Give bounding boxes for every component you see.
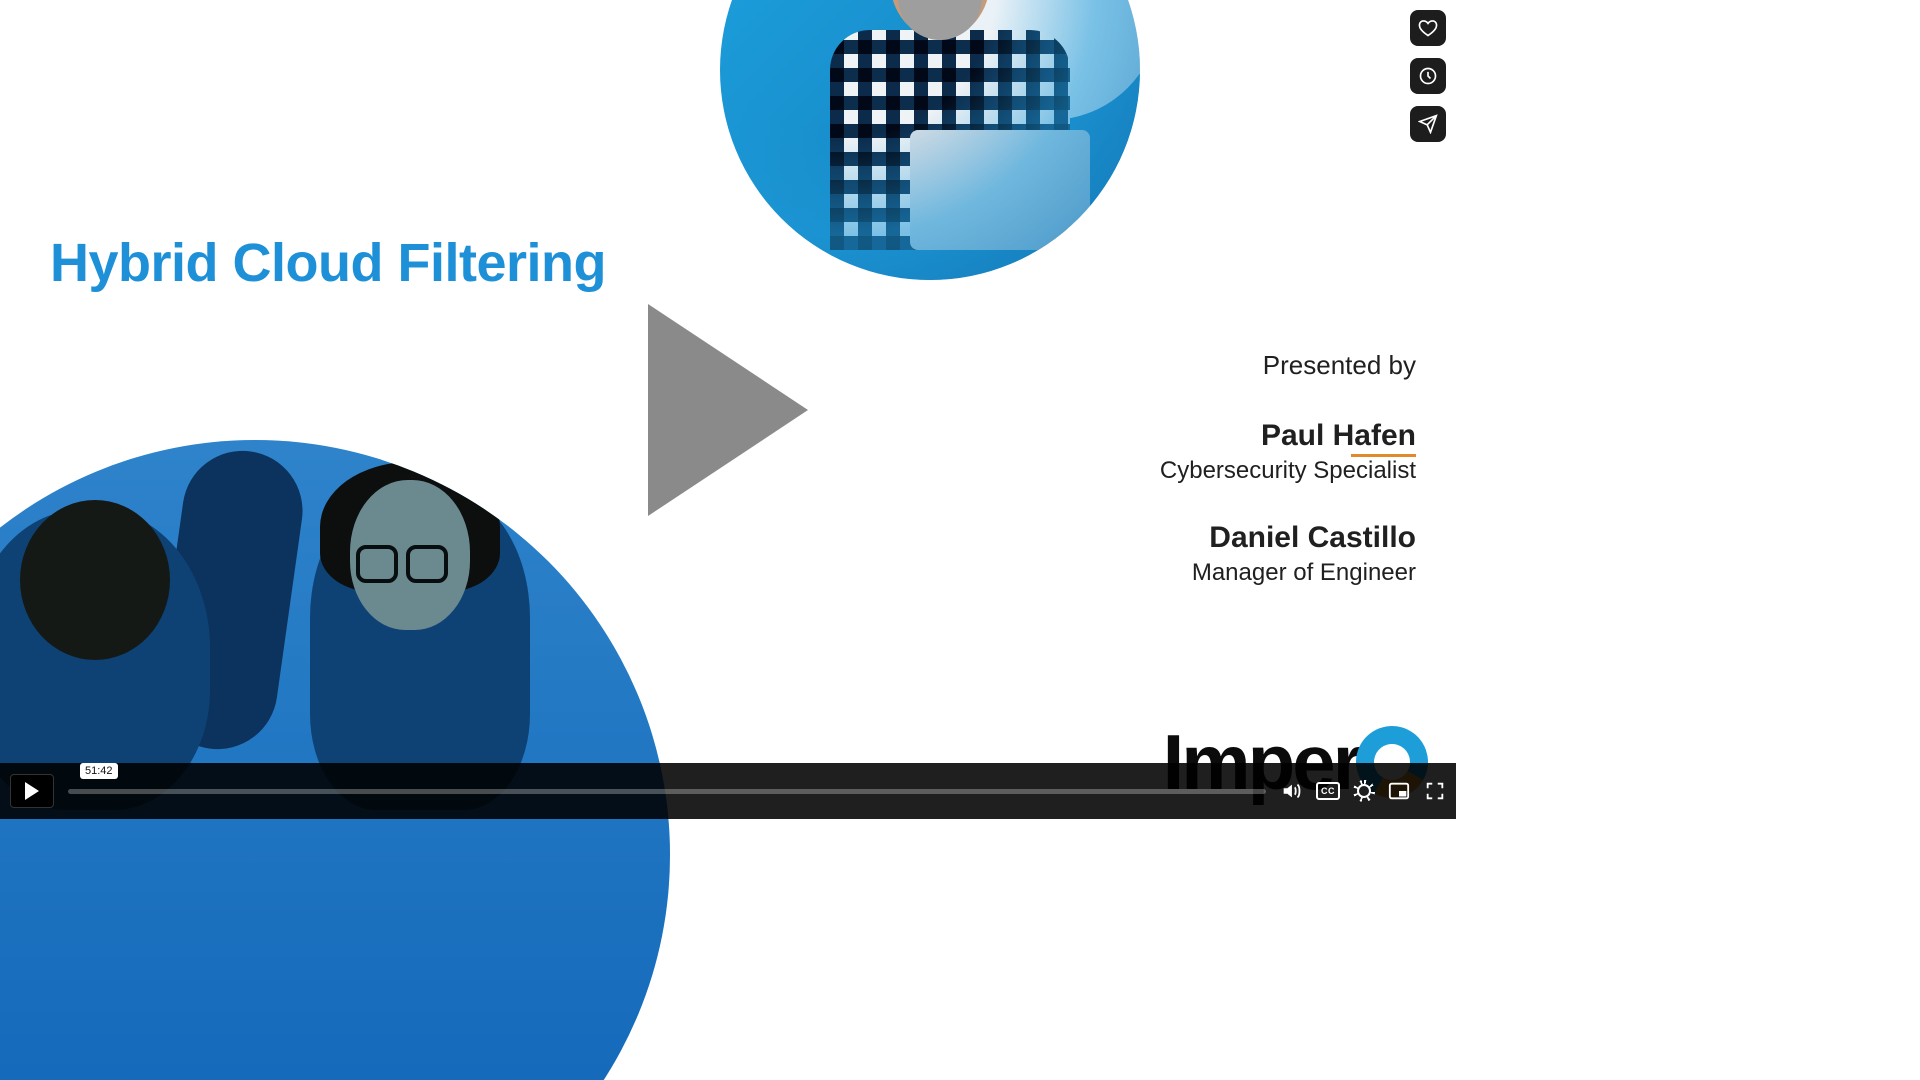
volume-button[interactable]	[1280, 780, 1302, 802]
play-button[interactable]	[10, 774, 54, 808]
closed-captions-button[interactable]: CC	[1316, 782, 1340, 800]
video-player: ⋰⋱∵∴ Hybrid Cloud Filtering Presen	[0, 0, 1456, 819]
presenters-block: Presented by Paul Hafen Cybersecurity Sp…	[1160, 350, 1416, 613]
big-play-button[interactable]	[648, 304, 808, 516]
duration-tooltip: 51:42	[80, 763, 118, 779]
heart-icon	[1418, 18, 1438, 38]
volume-icon	[1280, 780, 1302, 802]
fullscreen-icon	[1424, 780, 1446, 802]
presenter-photo-top: ⋰⋱∵∴	[720, 0, 1140, 280]
presenter-2-name: Daniel Castillo	[1209, 521, 1416, 555]
share-button[interactable]	[1410, 106, 1446, 142]
side-actions	[1410, 10, 1446, 142]
fullscreen-button[interactable]	[1424, 780, 1446, 802]
progress-track	[68, 789, 1266, 794]
progress-bar[interactable]: 51:42	[68, 775, 1266, 807]
presented-by-label: Presented by	[1160, 350, 1416, 381]
right-controls: CC	[1280, 780, 1446, 802]
slide-title: Hybrid Cloud Filtering	[50, 232, 606, 294]
pip-icon	[1388, 780, 1410, 802]
like-button[interactable]	[1410, 10, 1446, 46]
watch-later-button[interactable]	[1410, 58, 1446, 94]
settings-button[interactable]	[1354, 781, 1374, 801]
presenter-1-role: Cybersecurity Specialist	[1160, 457, 1416, 485]
control-bar: 51:42 CC	[0, 763, 1456, 819]
clock-icon	[1418, 66, 1438, 86]
students-photo-bottom	[0, 440, 670, 1080]
pip-button[interactable]	[1388, 780, 1410, 802]
paper-plane-icon	[1418, 114, 1438, 134]
presenter-2-role: Manager of Engineer	[1160, 559, 1416, 587]
presenter-1-name: Paul Hafen	[1261, 419, 1416, 453]
